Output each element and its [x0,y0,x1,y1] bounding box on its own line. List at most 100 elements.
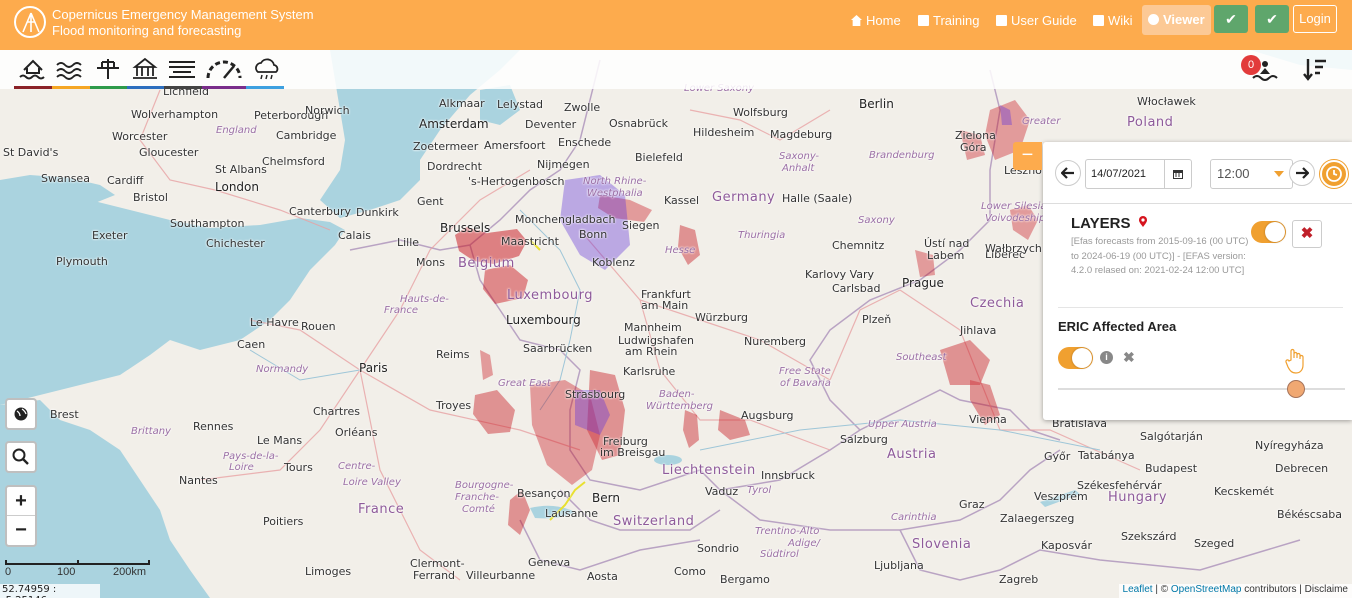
place-label: am Rhein [625,345,678,358]
current-time-button[interactable] [1320,160,1348,188]
check-button-1[interactable]: ✔ [1214,5,1248,33]
place-label: Czechia [970,296,1025,311]
login-button[interactable]: Login [1293,5,1337,33]
layers-toggle[interactable] [1251,221,1286,243]
place-label: Würzburg [695,311,749,324]
prev-date-button[interactable] [1055,160,1081,186]
header: Copernicus Emergency Management System F… [0,0,1352,50]
dam-icon[interactable] [128,56,162,82]
place-label: Anhalt [782,163,815,174]
eric-remove-icon[interactable]: ✖ [1123,349,1135,366]
nav-training[interactable]: Training [912,6,985,36]
place-label: Ferrand [413,569,456,582]
fog-icon[interactable] [165,56,199,82]
leaflet-link[interactable]: Leaflet [1123,584,1153,595]
place-label: Bristol [133,191,168,204]
book-icon [918,15,929,26]
next-date-button[interactable] [1289,160,1315,186]
place-label: Brussels [440,221,491,235]
river-gauge-icon[interactable] [91,56,125,82]
zoom-out-button[interactable]: − [7,516,35,545]
place-label: Tyrol [747,485,772,496]
place-label: Hildesheim [693,126,755,139]
nav-wiki[interactable]: Wiki [1087,6,1139,36]
waves-icon[interactable] [53,56,87,82]
layer-toolbar [0,50,1352,89]
search-button[interactable] [5,441,37,473]
place-label: Canterbury [289,205,351,218]
place-label: Free State [779,366,831,377]
alert-count-badge[interactable]: 0 [1241,55,1261,75]
time-select[interactable]: 12:00 [1210,159,1293,189]
layers-title-text: LAYERS [1071,215,1131,232]
place-label: Poland [1127,115,1174,130]
check-button-2[interactable]: ✔ [1255,5,1289,33]
place-label: Dordrecht [427,160,482,173]
info-icon[interactable]: i [1100,351,1113,364]
map-attribution: Leaflet | © OpenStreetMap contributors |… [1118,584,1352,598]
opacity-slider-handle[interactable] [1287,380,1306,398]
clock-icon [1326,166,1342,182]
place-label: Lille [397,236,420,249]
place-label: Salzburg [840,433,888,446]
place-label: Saxony [858,215,895,226]
place-label: Budapest [1145,462,1198,475]
openstreetmap-link[interactable]: OpenStreetMap [1171,584,1242,595]
place-label: Rennes [193,420,234,433]
nav-training-label: Training [933,13,980,28]
place-label: Le Havre [250,316,299,329]
gauge-icon[interactable] [204,56,244,82]
place-label: Prague [902,276,944,290]
place-label: Tatabánya [1078,449,1135,462]
place-label: Belgium [458,256,515,271]
place-label: Norwich [305,104,350,117]
place-label: Reims [436,348,470,361]
nav-home-label: Home [866,13,901,28]
eric-affected-area-title: ERIC Affected Area [1058,319,1177,334]
place-label: Germany [712,190,776,205]
basemap-button[interactable] [5,398,37,430]
place-label: Szeged [1194,537,1235,550]
flood-icon[interactable] [16,56,50,82]
place-label: am Main [641,299,689,312]
place-label: St David's [3,146,59,159]
sort-order-icon[interactable] [1300,56,1330,82]
place-label: Monchengladbach [515,213,616,226]
place-label: Normandy [256,364,309,375]
place-label: Westphalia [587,188,643,199]
app-subtitle: Flood monitoring and forecasting [52,23,242,38]
rain-cloud-icon[interactable] [250,56,284,82]
scale-label-200km: 200km [113,566,147,578]
attribution-sep: | © [1152,584,1171,595]
place-label: Jihlava [960,324,997,337]
place-label: Bern [592,491,620,505]
eric-toggle[interactable] [1058,347,1093,369]
place-label: Deventer [525,118,577,131]
place-label: Chelmsford [262,155,325,168]
place-label: Voivodeship [985,213,1046,224]
home-icon [851,15,862,26]
place-label: Bergamo [720,573,770,586]
place-label: Calais [338,229,372,242]
place-label: Greater [1022,116,1061,127]
app-logo-icon[interactable] [14,6,46,38]
remove-layer-button[interactable]: ✖ [1292,220,1322,248]
toolbar-underline [14,86,52,89]
place-label: Cardiff [107,174,144,187]
nav-viewer[interactable]: Viewer [1142,5,1211,35]
date-input[interactable]: 14/07/2021 [1085,159,1165,189]
place-label: Innsbruck [761,469,815,482]
place-label: Bielefeld [635,151,683,164]
place-label: Koblenz [592,256,635,269]
place-label: Liechtenstein [662,463,756,478]
cursor-coordinates: 52.74959 : -5.25146 [0,584,100,598]
nav-user-guide[interactable]: User Guide [990,6,1083,36]
place-label: Halle (Saale) [782,192,853,205]
place-label: Comté [462,504,495,515]
nav-home[interactable]: Home [845,6,907,36]
place-label: Kecskemét [1214,485,1274,498]
panel-collapse-button[interactable]: − [1013,142,1042,170]
calendar-button[interactable] [1164,159,1192,189]
zoom-in-button[interactable]: + [7,487,35,516]
place-label: Plzeň [862,313,892,326]
